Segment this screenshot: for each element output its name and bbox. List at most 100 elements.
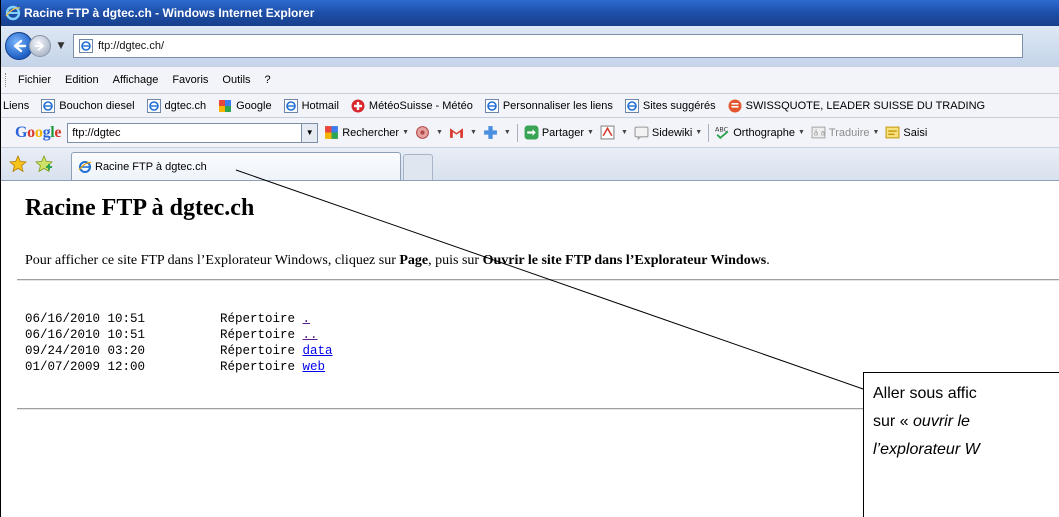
back-arrow-icon (13, 39, 27, 53)
link-bouchon-diesel[interactable]: Bouchon diesel (41, 98, 135, 113)
entry-kind: Répertoire (220, 328, 303, 342)
autofill-button[interactable]: Saisi (885, 125, 927, 140)
link-label: MétéoSuisse - Météo (368, 99, 473, 112)
bookmarks-button[interactable]: ▼ (483, 125, 511, 140)
tab-bar: Racine FTP à dgtec.ch (1, 147, 1059, 181)
spellcheck-button[interactable]: ABC Orthographe ▼ (715, 125, 805, 140)
window-title: Racine FTP à dgtec.ch - Windows Internet… (24, 6, 315, 20)
link-label: SWISSQUOTE, LEADER SUISSE DU TRADING (745, 99, 986, 112)
links-label[interactable]: Liens (3, 100, 29, 112)
entry-kind: Répertoire (220, 312, 303, 326)
separator (708, 123, 710, 142)
gmail-button[interactable]: ▼ (449, 125, 477, 140)
favorites-star-icon[interactable] (9, 155, 27, 173)
link-google[interactable]: Google (218, 99, 272, 113)
entry-link[interactable]: web (303, 359, 326, 375)
google-icon (219, 99, 232, 112)
menu-fichier[interactable]: Fichier (11, 74, 58, 86)
link-label: Personnaliser les liens (502, 99, 613, 112)
sidewiki-icon (634, 126, 649, 140)
link-label: Bouchon diesel (59, 99, 135, 112)
menu-help[interactable]: ? (258, 74, 278, 86)
link-swissquote[interactable]: SWISSQUOTE, LEADER SUISSE DU TRADING (728, 99, 985, 113)
autofill-icon (885, 126, 900, 139)
plus-cross-icon (483, 126, 497, 139)
forward-button[interactable] (29, 35, 51, 57)
entry-date: 01/07/2009 12:00 (25, 360, 146, 374)
ie-page-icon (146, 98, 161, 113)
menu-grip (5, 73, 7, 87)
popup-blocker-button[interactable]: ▼ (415, 125, 443, 140)
google-logo: Google (15, 123, 62, 141)
ie-page-icon (624, 98, 639, 113)
menu-affichage[interactable]: Affichage (106, 74, 166, 86)
link-meteosuisse[interactable]: MétéoSuisse - Météo (351, 99, 473, 113)
google-icon (325, 126, 339, 139)
caret-icon: ▼ (469, 129, 477, 136)
menu-bar: Fichier Edition Affichage Favoris Outils… (1, 66, 1059, 93)
swissquote-icon (728, 99, 742, 112)
caret-icon: ▼ (872, 129, 880, 136)
entry-link[interactable]: .. (303, 327, 318, 343)
listing-row: 01/07/2009 12:00 Répertoire web (25, 359, 333, 375)
address-url: ftp://dgtec.ch/ (98, 40, 165, 52)
link-hotmail[interactable]: Hotmail (283, 98, 339, 113)
entry-link[interactable]: . (303, 311, 311, 327)
caret-icon: ▼ (503, 129, 511, 136)
google-search-input[interactable]: ftp://dgtec (67, 122, 303, 143)
ftp-listing: 06/16/2010 10:51 Répertoire . 06/16/2010 … (25, 311, 333, 375)
entry-kind: Répertoire (220, 344, 303, 358)
caret-icon: ▼ (587, 129, 594, 136)
link-sites-suggeres[interactable]: Sites suggérés (624, 98, 716, 113)
menu-favoris[interactable]: Favoris (165, 74, 215, 86)
listing-row: 06/16/2010 10:51 Répertoire . (25, 311, 333, 327)
swiss-flag-icon (351, 99, 365, 112)
gmail-icon (450, 128, 463, 138)
separator (516, 123, 518, 142)
caret-icon: ▼ (402, 129, 410, 136)
callout-line-2-prefix: sur « (873, 413, 914, 430)
history-dropdown-icon[interactable]: ▼ (53, 41, 69, 51)
share-button[interactable]: Partager ▼ (524, 125, 594, 140)
svg-text:ä a: ä a (814, 129, 826, 138)
caret-icon: ▼ (436, 129, 443, 136)
ie-logo-icon (5, 5, 21, 21)
caret-icon: ▼ (695, 129, 703, 136)
link-personnaliser[interactable]: Personnaliser les liens (484, 98, 613, 113)
link-label: Hotmail (301, 99, 339, 112)
sidewiki-button[interactable]: Sidewiki ▼ (634, 125, 702, 140)
search-dropdown-icon[interactable]: ▼ (302, 122, 319, 143)
caret-icon: ▼ (797, 129, 805, 136)
share-icon (524, 125, 539, 140)
callout-line-3: l’explorateur W (873, 436, 1059, 464)
callout-line-3-italic: l’explorateur W (873, 441, 980, 458)
entry-date: 09/24/2010 03:20 (25, 344, 146, 358)
search-label: Rechercher (342, 126, 400, 139)
entry-date: 06/16/2010 10:51 (25, 328, 146, 342)
spell-label: Orthographe (733, 126, 795, 139)
address-toolbar: ▼ ftp://dgtec.ch/ (1, 26, 1059, 66)
callout-line-2: sur « ouvrir le (873, 408, 1059, 436)
address-bar[interactable]: ftp://dgtec.ch/ (73, 34, 1023, 58)
google-search-button[interactable]: Rechercher ▼ (324, 125, 409, 140)
sidewiki-label: Sidewiki (651, 126, 693, 139)
new-tab-button[interactable] (403, 154, 433, 180)
google-translate-icon (600, 125, 615, 140)
spellcheck-icon: ABC (715, 125, 729, 140)
entry-link[interactable]: data (303, 343, 333, 359)
callout-line-1: Aller sous affic (873, 385, 977, 402)
caret-icon: ▼ (620, 129, 628, 136)
menu-outils[interactable]: Outils (215, 74, 257, 86)
entry-kind: Répertoire (220, 360, 303, 374)
link-dgtec[interactable]: dgtec.ch (146, 98, 206, 113)
translate-tool-button[interactable]: ▼ (600, 125, 628, 140)
page-title: Racine FTP à dgtec.ch (25, 195, 255, 221)
instructions-page-bold: Page (399, 253, 429, 268)
menu-edition[interactable]: Edition (58, 74, 106, 86)
add-favorite-icon[interactable] (35, 155, 53, 173)
tab-racine-ftp[interactable]: Racine FTP à dgtec.ch (71, 152, 401, 180)
instructions-middle: , puis sur (428, 253, 483, 268)
entry-date: 06/16/2010 10:51 (25, 312, 146, 326)
translate-button[interactable]: ä a Traduire ▼ (811, 125, 880, 140)
fill-label: Saisi (903, 126, 928, 139)
